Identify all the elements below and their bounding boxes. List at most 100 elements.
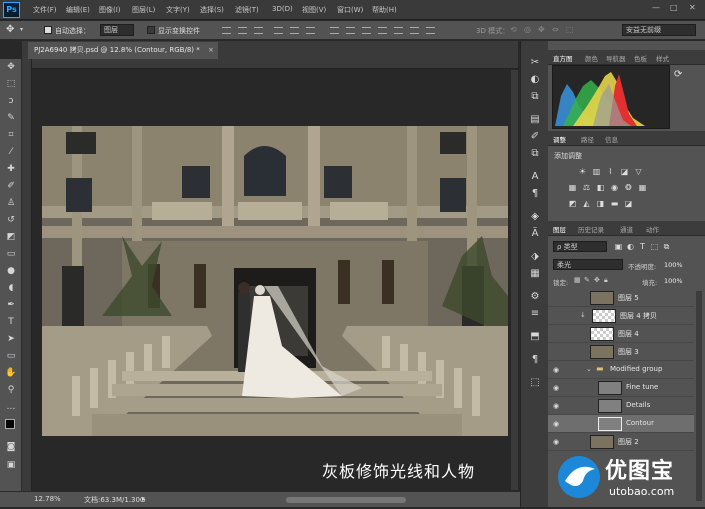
tab-paths[interactable]: 路径 [581,134,594,144]
lasso-tool-icon[interactable]: ↄ [5,95,17,107]
tab-navigator[interactable]: 导航器 [606,53,626,63]
clone-source-icon[interactable]: ⧉ [528,90,542,104]
align-bottom-icon[interactable] [254,27,263,34]
photo-filter-icon[interactable]: ◉ [610,184,619,192]
paragraph-panel-icon[interactable]: ¶ [528,187,542,201]
info-panel-icon[interactable]: ▤ [528,113,542,127]
extra-tools-icon[interactable]: … [5,401,17,413]
layer-row-selected[interactable]: ◉ Contour [548,415,694,433]
exposure-icon[interactable]: ◪ [620,168,629,176]
layer-comps-icon[interactable]: ≡ [528,307,542,321]
hand-tool-icon[interactable]: ✋ [5,367,17,379]
distribute-bottom-icon[interactable] [362,27,371,34]
visibility-off-icon[interactable] [553,294,561,302]
auto-select-dropdown[interactable]: 图层 [100,24,134,36]
brush-tool-icon[interactable]: ✐ [5,180,17,192]
blur-tool-icon[interactable]: ● [5,265,17,277]
menu-window[interactable]: 窗口(W) [337,5,363,15]
eraser-tool-icon[interactable]: ◩ [5,231,17,243]
tab-color[interactable]: 颜色 [585,53,598,63]
move-tool-icon[interactable]: ✥ [6,24,14,35]
visibility-off-icon[interactable] [553,312,561,320]
layer-row[interactable]: ↓ 图层 4 拷贝 [548,307,694,325]
color-balance-icon[interactable]: ⚖ [582,184,591,192]
opacity-value[interactable]: 100% [664,261,683,269]
auto-align-icon[interactable] [426,27,435,34]
align-right-icon[interactable] [306,27,315,34]
layer-row[interactable]: 图层 4 [548,325,694,343]
3d-panel-icon[interactable]: ◈ [528,210,542,224]
fill-value[interactable]: 100% [664,277,683,285]
visibility-off-icon[interactable] [553,330,561,338]
menu-type[interactable]: 文字(Y) [166,5,190,15]
tab-histogram[interactable]: 直方图 [553,53,573,63]
history-brush-icon[interactable]: ↺ [5,214,17,226]
distribute-left-icon[interactable] [378,27,387,34]
eye-icon[interactable]: ◉ [553,384,561,392]
tab-history[interactable]: 历史记录 [578,224,604,234]
layer-filter-dropdown[interactable]: ρ 类型 [553,241,607,252]
lock-move-icon[interactable]: ✥ [594,276,600,284]
eye-icon[interactable]: ◉ [553,420,561,428]
layer-row[interactable]: 图层 5 [548,289,694,307]
distribute-hcenter-icon[interactable] [394,27,403,34]
menu-filter[interactable]: 滤镜(T) [235,5,259,15]
status-menu-icon[interactable]: ▸ [142,495,146,503]
minimize-button[interactable]: — [652,3,660,12]
tab-layers[interactable]: 图层 [553,224,566,234]
curves-icon[interactable]: ⌇ [606,168,615,176]
gradient-tool-icon[interactable]: ▭ [5,248,17,260]
type-tool-icon[interactable]: T [5,316,17,328]
filter-shape-icon[interactable]: ⬚ [650,243,659,251]
gradient-map-icon[interactable]: ▬ [610,200,619,208]
healing-brush-icon[interactable]: ✚ [5,163,17,175]
filter-type-icon[interactable]: T [638,243,647,251]
screen-mode-icon[interactable]: ▣ [5,459,17,471]
posterize-icon[interactable]: ◭ [582,200,591,208]
hue-saturation-icon[interactable]: ▦ [568,184,577,192]
workspace-dropdown[interactable]: 安益无前缀 [622,24,696,36]
auto-select-checkbox[interactable] [44,26,52,34]
menu-select[interactable]: 选择(S) [200,5,224,15]
black-white-icon[interactable]: ◧ [596,184,605,192]
crop-tool-icon[interactable]: ⌗ [5,129,17,141]
measurement-icon[interactable]: ¶ [528,353,542,367]
horizontal-scrollbar[interactable] [286,497,406,503]
histogram-refresh-icon[interactable]: ⟳ [674,69,682,80]
3d-pan-icon[interactable]: ✥ [538,25,545,34]
eyedropper-tool-icon[interactable]: ⁄ [5,146,17,158]
menu-help[interactable]: 帮助(H) [372,5,397,15]
character-panel-icon[interactable]: A [528,170,542,184]
swatches-icon[interactable]: ⬚ [528,376,542,390]
show-transform-checkbox[interactable] [147,26,155,34]
invert-icon[interactable]: ◩ [568,200,577,208]
path-select-tool-icon[interactable]: ➤ [5,333,17,345]
notes-panel-icon[interactable]: ⬗ [528,250,542,264]
close-tab-icon[interactable]: × [208,46,214,54]
tool-presets-icon[interactable]: ⬒ [528,330,542,344]
tab-adjustments[interactable]: 调整 [553,134,566,144]
chevron-down-icon[interactable]: ⌄ [586,365,592,373]
distribute-vcenter-icon[interactable] [346,27,355,34]
threshold-icon[interactable]: ◨ [596,200,605,208]
layer-row[interactable]: 图层 3 [548,343,694,361]
document-tab[interactable]: PJ2A6940 拷贝.psd @ 12.8% (Contour, RGB/8)… [28,42,218,59]
foreground-color-swatch[interactable] [5,419,15,429]
brightness-contrast-icon[interactable]: ☀ [578,168,587,176]
selective-color-icon[interactable]: ◪ [624,200,633,208]
menu-edit[interactable]: 编辑(E) [66,5,90,15]
menu-layer[interactable]: 图层(L) [132,5,155,15]
zoom-level[interactable]: 12.78% [34,495,61,503]
eye-icon[interactable]: ◉ [553,438,561,446]
restore-button[interactable]: □ [670,3,678,12]
history-panel-icon[interactable]: ✂ [528,56,542,70]
vertical-scrollbar[interactable] [511,70,518,490]
tab-actions[interactable]: 动作 [646,224,659,234]
filter-smart-icon[interactable]: ⧉ [662,243,671,251]
zoom-tool-icon[interactable]: ⚲ [5,384,17,396]
channel-mixer-icon[interactable]: ❂ [624,184,633,192]
layer-row[interactable]: ◉ Details [548,397,694,415]
marquee-tool-icon[interactable]: ⬚ [5,78,17,90]
tool-preset-chevron-icon[interactable]: ▾ [20,26,23,33]
lock-all-icon[interactable]: 🔒︎ [604,276,608,285]
